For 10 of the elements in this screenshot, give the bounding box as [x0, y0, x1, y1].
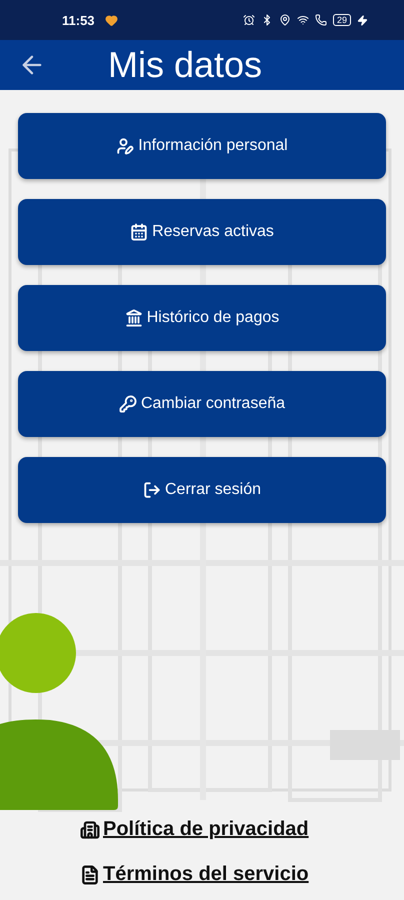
menu-button[interactable]: Cerrar sesión — [18, 457, 386, 523]
menu-button[interactable]: Información personal — [18, 113, 386, 179]
page-title: Mis datos — [108, 44, 262, 86]
battery-level: 29 — [332, 14, 351, 26]
status-time: 11:53 — [62, 12, 95, 28]
menu-button[interactable]: Reservas activas — [18, 199, 386, 265]
menu-button[interactable]: Cambiar contraseña — [18, 371, 386, 437]
footer-link[interactable]: Términos del servicio — [80, 863, 309, 886]
footer-link[interactable]: Política de privacidad — [80, 818, 309, 841]
menu-button[interactable]: Histórico de pagos — [18, 285, 386, 351]
